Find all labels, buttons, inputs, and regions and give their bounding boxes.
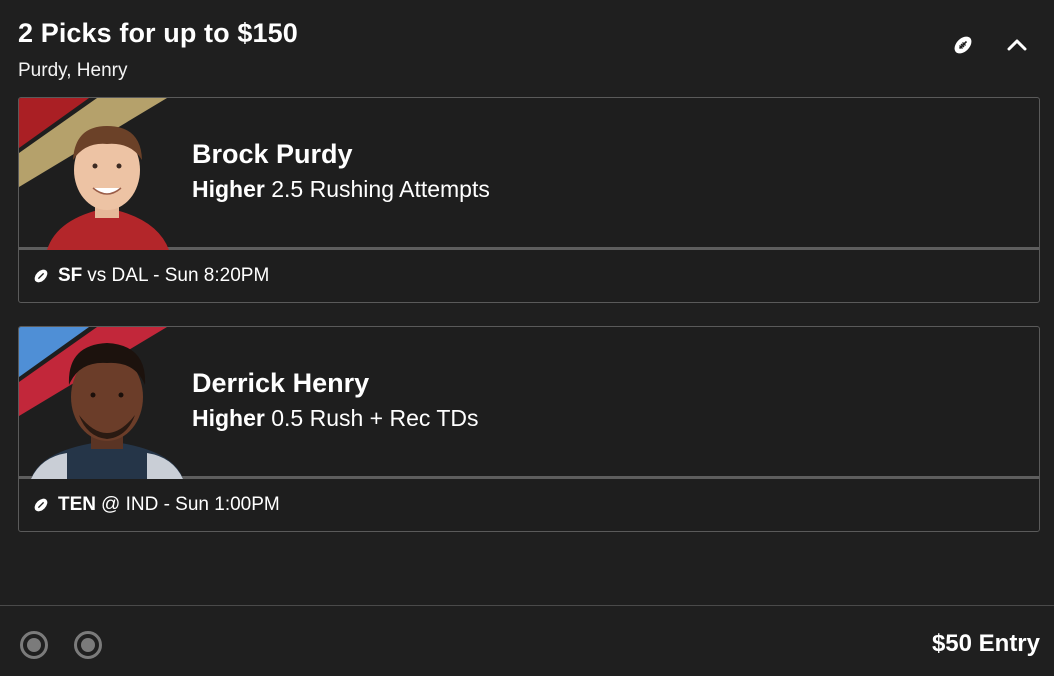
jersey-trim-right xyxy=(147,453,183,479)
game-info: SF vs DAL - Sun 8:20PM xyxy=(19,250,1039,302)
pick-card-henry[interactable]: Derrick Henry Higher 0.5 Rush + Rec TDs … xyxy=(18,326,1040,532)
pick-info: Brock Purdy Higher 2.5 Rushing Attempts xyxy=(192,138,490,203)
pick-info: Derrick Henry Higher 0.5 Rush + Rec TDs xyxy=(192,367,479,432)
game-matchup: @ IND - Sun 1:00PM xyxy=(101,494,280,515)
pick-header: 2 Picks for up to $150 Purdy, Henry xyxy=(18,16,1036,90)
pick-progress-dots xyxy=(20,631,102,659)
game-info: TEN @ IND - Sun 1:00PM xyxy=(19,479,1039,531)
entry-amount: $50 Entry xyxy=(931,630,1040,657)
team-abbr: TEN xyxy=(58,494,96,515)
chevron-up-icon[interactable] xyxy=(1004,32,1030,58)
pick-card-top: Derrick Henry Higher 0.5 Rush + Rec TDs xyxy=(19,327,1039,479)
football-icon[interactable] xyxy=(950,32,976,58)
progress-dot[interactable] xyxy=(74,631,102,659)
pick-direction: Higher xyxy=(192,405,265,431)
player-name: Derrick Henry xyxy=(192,368,370,398)
player-avatar xyxy=(31,343,183,479)
pick-stat-line: 0.5 Rush + Rec TDs xyxy=(271,405,479,431)
progress-dot[interactable] xyxy=(20,631,48,659)
progress-dot-fill xyxy=(27,638,41,652)
team-abbr: SF xyxy=(58,265,83,286)
pick-card-top: Brock Purdy Higher 2.5 Rushing Attempts xyxy=(19,98,1039,250)
pick-stat-line: 2.5 Rushing Attempts xyxy=(271,176,490,202)
football-icon xyxy=(32,267,50,285)
picks-title: 2 Picks for up to $150 xyxy=(18,18,298,48)
football-icon xyxy=(32,496,50,514)
jersey-trim xyxy=(31,453,67,479)
player-avatar xyxy=(47,126,169,250)
pick-card-purdy[interactable]: Brock Purdy Higher 2.5 Rushing Attempts … xyxy=(18,97,1040,303)
pick-direction: Higher xyxy=(192,176,265,202)
pick-line: Higher 0.5 Rush + Rec TDs xyxy=(192,404,479,432)
header-icons xyxy=(950,32,1030,58)
entry-footer: $50 Entry xyxy=(0,605,1054,676)
progress-dot-fill xyxy=(81,638,95,652)
picks-subtitle: Purdy, Henry xyxy=(18,60,128,81)
game-matchup: vs DAL - Sun 8:20PM xyxy=(87,265,270,286)
player-name: Brock Purdy xyxy=(192,139,353,169)
pick-line: Higher 2.5 Rushing Attempts xyxy=(192,175,490,203)
